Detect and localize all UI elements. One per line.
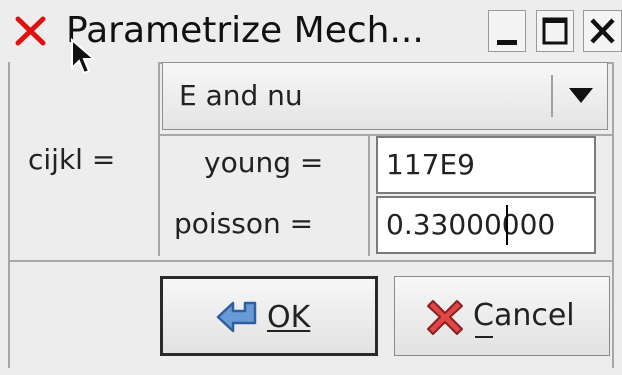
cancel-button[interactable]: Cancel: [394, 276, 610, 356]
minimize-button[interactable]: [488, 10, 526, 52]
cancel-label: Cancel: [473, 298, 575, 333]
mouse-cursor-icon: [71, 38, 97, 75]
maximize-button[interactable]: [536, 10, 574, 52]
outer-right-border: [612, 62, 614, 368]
back-arrow-icon: [216, 301, 257, 333]
poisson-input[interactable]: 0.33000000: [376, 196, 596, 254]
young-input[interactable]: 117E9: [376, 136, 596, 194]
dropdown-separator: [551, 75, 553, 117]
ok-label: OK: [267, 300, 311, 335]
maximize-icon: [542, 17, 568, 45]
poisson-label: poisson =: [174, 207, 314, 240]
close-x-icon: [15, 16, 46, 46]
field-column-line: [368, 134, 370, 256]
cancel-icon: [427, 300, 463, 335]
young-label: young =: [204, 146, 324, 179]
cijkl-label: cijkl =: [28, 143, 116, 176]
chevron-down-icon: [569, 88, 593, 103]
parameter-mode-dropdown[interactable]: E and nu: [162, 62, 608, 130]
dropdown-selected-value: E and nu: [179, 79, 303, 112]
cancel-mnemonic-underline: [475, 336, 493, 338]
window-title: Parametrize Mech...: [66, 10, 424, 51]
close-button[interactable]: [583, 10, 622, 52]
section-divider: [8, 260, 614, 262]
close-icon: [590, 18, 615, 44]
group-left-line: [158, 62, 160, 256]
text-caret: [506, 205, 508, 245]
outer-left-border: [8, 62, 10, 368]
minimize-icon: [497, 40, 517, 45]
ok-button[interactable]: OK: [160, 276, 378, 356]
